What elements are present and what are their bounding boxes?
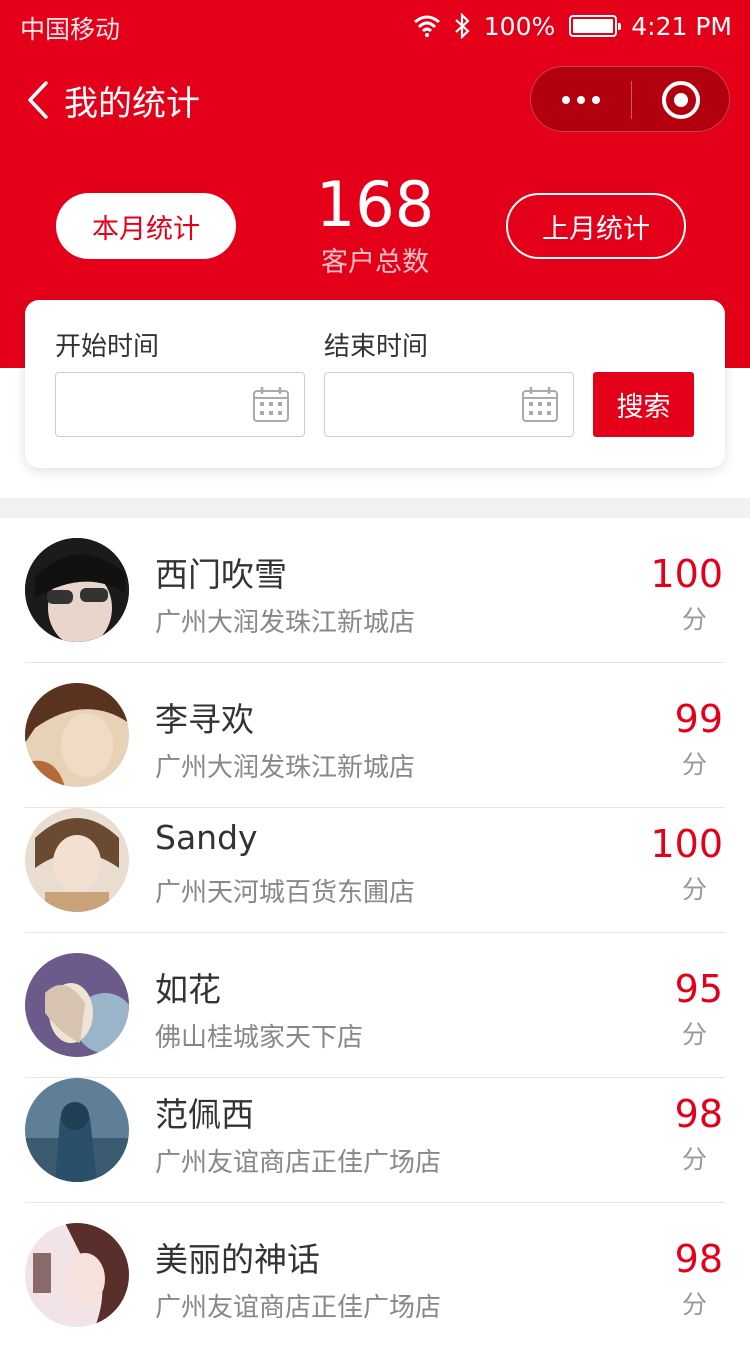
customer-name: 西门吹雪 — [155, 555, 287, 594]
last-month-button[interactable]: 上月统计 — [506, 193, 686, 259]
end-time-label: 结束时间 — [324, 332, 429, 362]
score-unit: 分 — [681, 1145, 707, 1174]
customer-name: Sandy — [155, 818, 258, 857]
score-value: 98 — [674, 1237, 723, 1281]
list-item[interactable]: Sandy 广州天河城百货东圃店 100 分 — [25, 808, 725, 933]
status-bar: 中国移动 100% 4:21 PM — [0, 0, 750, 52]
avatar — [25, 808, 129, 912]
clock: 4:21 PM — [631, 11, 732, 41]
score-value: 98 — [674, 1092, 723, 1136]
calendar-icon — [522, 387, 558, 422]
avatar — [25, 683, 129, 787]
list-item[interactable]: 李寻欢 广州大润发珠江新城店 99 分 — [25, 663, 725, 808]
store-name: 广州大润发珠江新城店 — [155, 753, 416, 783]
avatar — [25, 1078, 129, 1182]
avatar — [25, 953, 129, 1057]
start-time-label: 开始时间 — [55, 332, 160, 362]
score-unit: 分 — [681, 605, 707, 634]
list-item[interactable]: 西门吹雪 广州大润发珠江新城店 100 分 — [25, 518, 725, 663]
bluetooth-icon — [455, 13, 470, 39]
end-date-input[interactable] — [325, 373, 515, 436]
status-indicators: 100% 4:21 PM — [413, 8, 732, 44]
store-name: 佛山桂城家天下店 — [155, 1023, 364, 1053]
store-name: 广州大润发珠江新城店 — [155, 608, 416, 638]
end-date-field[interactable] — [324, 372, 574, 437]
page-title: 我的统计 — [64, 84, 200, 124]
customer-name: 如花 — [155, 970, 221, 1009]
calendar-icon — [253, 387, 289, 422]
more-dots-icon — [562, 96, 570, 104]
mini-program-capsule — [530, 66, 730, 132]
store-name: 广州友谊商店正佳广场店 — [155, 1293, 442, 1323]
avatar — [25, 538, 129, 642]
close-mini-program-button[interactable] — [631, 67, 731, 133]
chevron-left-icon — [28, 81, 48, 119]
store-name: 广州友谊商店正佳广场店 — [155, 1148, 442, 1178]
more-button[interactable] — [531, 67, 631, 133]
date-filter-card: 开始时间 结束时间 搜索 — [25, 300, 725, 468]
section-divider — [0, 498, 750, 518]
start-date-input[interactable] — [56, 373, 246, 436]
nav-bar: 我的统计 — [0, 62, 750, 138]
customer-name: 李寻欢 — [155, 700, 254, 739]
start-date-field[interactable] — [55, 372, 305, 437]
score-unit: 分 — [681, 875, 707, 904]
customer-name: 美丽的神话 — [155, 1240, 320, 1279]
battery-percent: 100% — [483, 11, 556, 41]
avatar — [25, 1223, 129, 1327]
store-name: 广州天河城百货东圃店 — [155, 878, 416, 908]
list-item[interactable]: 范佩西 广州友谊商店正佳广场店 98 分 — [25, 1078, 725, 1203]
total-customers-count: 168 — [315, 168, 435, 241]
search-button[interactable]: 搜索 — [593, 372, 694, 437]
score-value: 99 — [674, 697, 723, 741]
score-value: 100 — [650, 552, 723, 596]
battery-icon — [569, 15, 622, 37]
list-item[interactable]: 如花 佛山桂城家天下店 95 分 — [25, 933, 725, 1078]
wifi-icon — [413, 15, 440, 37]
score-value: 95 — [674, 967, 723, 1011]
list-item[interactable]: 美丽的神话 广州友谊商店正佳广场店 98 分 — [25, 1203, 725, 1353]
total-customers-label: 客户总数 — [321, 247, 429, 278]
this-month-button[interactable]: 本月统计 — [56, 193, 236, 259]
back-button[interactable] — [20, 78, 56, 122]
score-unit: 分 — [681, 1020, 707, 1049]
carrier-label: 中国移动 — [20, 15, 121, 44]
customer-name: 范佩西 — [155, 1095, 254, 1134]
score-unit: 分 — [681, 1290, 707, 1319]
score-value: 100 — [650, 822, 723, 866]
score-unit: 分 — [681, 750, 707, 779]
target-icon — [662, 81, 700, 119]
